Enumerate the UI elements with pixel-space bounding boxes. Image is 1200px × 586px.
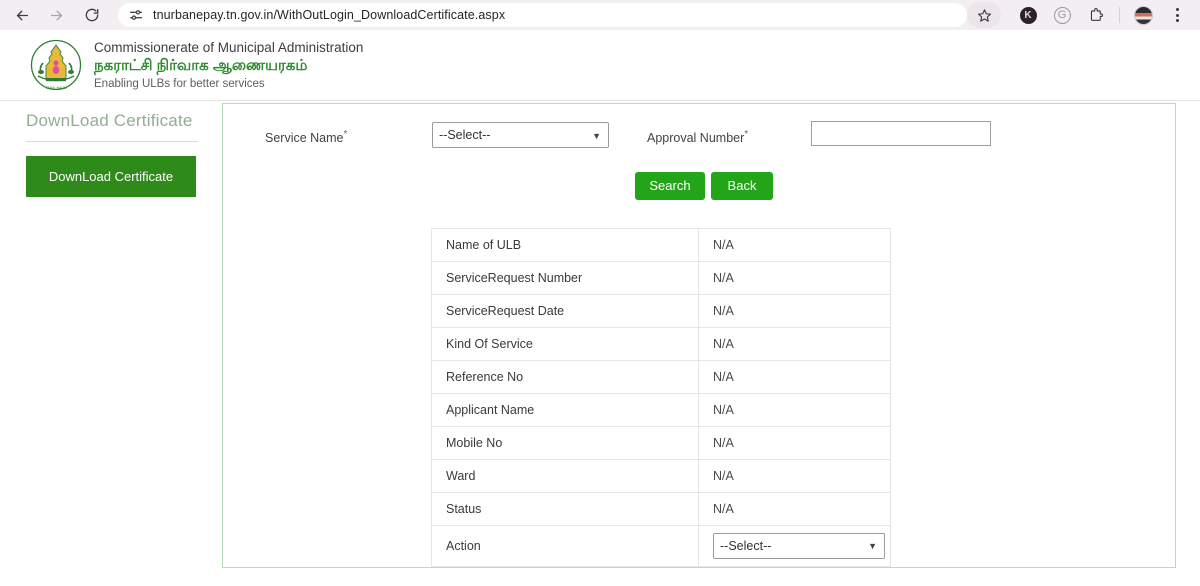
row-key: Name of ULB — [430, 228, 700, 262]
address-bar[interactable]: tnurbanepay.tn.gov.in/WithOutLogin_Downl… — [118, 3, 967, 27]
body-area: DownLoad Certificate DownLoad Certificat… — [0, 101, 1200, 586]
service-name-label-text: Service Name — [265, 131, 344, 146]
approval-number-label-text: Approval Number — [647, 131, 745, 146]
tamil-nadu-emblem-icon: TAMIL NADU — [30, 39, 82, 91]
row-value-cell: --Select-- ▼ — [698, 525, 891, 567]
approval-number-label: Approval Number* — [647, 129, 748, 145]
row-key: Applicant Name — [430, 393, 700, 427]
row-value: N/A — [698, 327, 891, 361]
table-body: Name of ULB N/A ServiceRequest Number N/… — [430, 228, 891, 567]
forward-icon — [42, 1, 70, 29]
three-dot-menu-icon[interactable] — [1164, 2, 1190, 28]
avatar-image — [1133, 5, 1153, 25]
row-value: N/A — [698, 492, 891, 526]
url-text: tnurbanepay.tn.gov.in/WithOutLogin_Downl… — [153, 8, 506, 22]
row-value: N/A — [698, 294, 891, 328]
action-select[interactable]: --Select-- — [713, 533, 886, 559]
back-icon[interactable] — [8, 1, 36, 29]
row-value: N/A — [698, 261, 891, 295]
org-name-tamil: நகராட்சி நிர்வாக ஆணையரகம் — [94, 56, 308, 74]
table-row: Ward N/A — [430, 459, 891, 493]
certificate-details-table: Name of ULB N/A ServiceRequest Number N/… — [430, 228, 891, 567]
row-value: N/A — [698, 360, 891, 394]
browser-toolbar: tnurbanepay.tn.gov.in/WithOutLogin_Downl… — [0, 0, 1200, 30]
table-row: Name of ULB N/A — [430, 228, 891, 262]
search-button[interactable]: Search — [635, 172, 705, 200]
table-row: Applicant Name N/A — [430, 393, 891, 427]
table-row: ServiceRequest Number N/A — [430, 261, 891, 295]
form-actions: Search Back — [223, 172, 1175, 200]
table-row: Mobile No N/A — [430, 426, 891, 460]
row-key: Ward — [430, 459, 700, 493]
row-value: N/A — [698, 228, 891, 262]
row-key: Reference No — [430, 360, 700, 394]
org-name-english: Commissionerate of Municipal Administrat… — [94, 39, 364, 55]
row-value: N/A — [698, 426, 891, 460]
row-key: Kind Of Service — [430, 327, 700, 361]
action-select-wrapper[interactable]: --Select-- ▼ — [713, 533, 886, 559]
sidebar: DownLoad Certificate DownLoad Certificat… — [26, 111, 198, 197]
reload-icon[interactable] — [78, 1, 106, 29]
toolbar-actions: K G — [967, 2, 1200, 28]
table-row: Action --Select-- ▼ — [430, 525, 891, 567]
service-name-required-mark: * — [343, 129, 348, 140]
table-row: Status N/A — [430, 492, 891, 526]
table-row: Kind Of Service N/A — [430, 327, 891, 361]
service-name-select[interactable]: --Select-- — [432, 122, 609, 148]
page-content: TAMIL NADU Commissionerate of Municipal … — [0, 30, 1200, 586]
site-settings-icon[interactable] — [128, 7, 144, 23]
row-value: N/A — [698, 393, 891, 427]
kebab-dots — [1175, 8, 1179, 22]
bookmark-star-icon[interactable] — [967, 2, 1001, 28]
service-name-label: Service Name* — [265, 129, 347, 145]
search-form: Service Name* --Select-- ▼ Approval Numb… — [223, 118, 1175, 162]
row-key: Mobile No — [430, 426, 700, 460]
service-name-select-wrapper[interactable]: --Select-- ▼ — [432, 122, 609, 149]
extension-g-icon[interactable]: G — [1049, 2, 1075, 28]
table-row: Reference No N/A — [430, 360, 891, 394]
svg-text:TAMIL NADU: TAMIL NADU — [45, 86, 67, 90]
site-title-block: Commissionerate of Municipal Administrat… — [94, 39, 363, 92]
sidebar-item-download-certificate[interactable]: DownLoad Certificate — [26, 156, 196, 197]
extension-g-label: G — [1053, 6, 1071, 24]
table-row: ServiceRequest Date N/A — [430, 294, 891, 328]
back-button[interactable]: Back — [711, 172, 773, 200]
row-key: ServiceRequest Number — [430, 261, 700, 295]
approval-number-required-mark: * — [744, 129, 749, 140]
extension-k-icon[interactable]: K — [1015, 2, 1041, 28]
sidebar-divider — [26, 141, 198, 142]
row-key: ServiceRequest Date — [430, 294, 700, 328]
row-value: N/A — [698, 459, 891, 493]
extensions-puzzle-icon[interactable] — [1083, 2, 1109, 28]
org-tagline: Enabling ULBs for better services — [94, 77, 265, 90]
row-key: Status — [430, 492, 700, 526]
sidebar-title: DownLoad Certificate — [26, 111, 193, 130]
avatar[interactable] — [1130, 2, 1156, 28]
toolbar-divider — [1119, 7, 1120, 23]
site-header: TAMIL NADU Commissionerate of Municipal … — [0, 30, 1200, 101]
extension-k-label: K — [1019, 6, 1037, 24]
approval-number-input[interactable] — [811, 121, 991, 146]
content-panel: Service Name* --Select-- ▼ Approval Numb… — [222, 103, 1176, 568]
row-key: Action — [430, 525, 700, 567]
